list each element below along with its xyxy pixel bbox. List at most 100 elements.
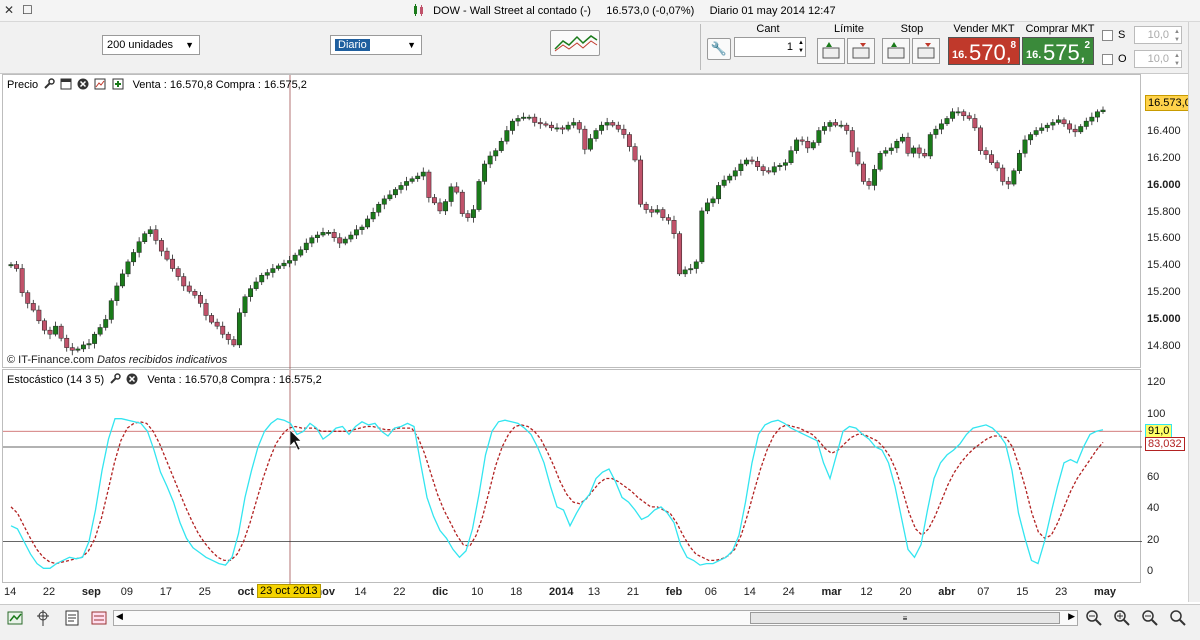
candle-body xyxy=(92,333,98,344)
candle-body xyxy=(632,146,638,161)
quantity-value: 1 xyxy=(786,41,793,53)
stochastic-panel-title: Estocástico (14 3 5) xyxy=(7,374,105,386)
o-checkbox[interactable] xyxy=(1102,54,1113,65)
stop-sell-button[interactable] xyxy=(912,38,940,64)
spin-arrows-icon[interactable]: ▲ ▼ xyxy=(1174,52,1180,68)
chart-signals-icon xyxy=(554,35,598,52)
chart-signals-button[interactable] xyxy=(550,30,600,56)
crosshair-tool-icon[interactable] xyxy=(34,608,54,628)
candle-body xyxy=(972,118,978,129)
o-value-input[interactable]: 10,0 ▲ ▼ xyxy=(1134,50,1182,68)
candle-body xyxy=(415,175,421,180)
candle-body xyxy=(175,268,181,277)
candle-body xyxy=(197,295,203,304)
candle-body xyxy=(275,265,281,269)
scroll-right-icon[interactable]: ▶ xyxy=(1068,611,1075,622)
candle-body xyxy=(270,268,276,273)
candle-body xyxy=(431,197,437,204)
limit-buy-button[interactable] xyxy=(817,38,845,64)
zoom-fit-icon[interactable] xyxy=(1084,608,1104,628)
candle-body xyxy=(638,159,644,205)
zoom-in-icon[interactable] xyxy=(1112,608,1132,628)
candle-body xyxy=(454,186,460,193)
quantity-stepper[interactable]: 1 ▲ ▼ xyxy=(734,37,806,57)
candle-body xyxy=(409,178,415,182)
stoch-d-badge: 83,032 xyxy=(1145,437,1185,451)
candle-body xyxy=(248,288,254,297)
price-chart[interactable] xyxy=(3,75,1142,369)
maximize-window-icon[interactable]: ☐ xyxy=(22,3,33,17)
o-value: 10,0 xyxy=(1147,53,1169,65)
candle-body xyxy=(677,233,683,275)
vertical-scrollbar[interactable] xyxy=(1188,22,1200,602)
candle-body xyxy=(1039,127,1045,131)
candle-body xyxy=(905,136,911,154)
candle-body xyxy=(526,116,532,119)
x-axis-label: 10 xyxy=(471,586,484,598)
s-checkbox[interactable] xyxy=(1102,30,1113,41)
candle-body xyxy=(342,238,348,244)
candle-body xyxy=(576,122,582,130)
candle-body xyxy=(994,162,1000,169)
candle-body xyxy=(710,198,716,204)
zoom-out-icon[interactable] xyxy=(1140,608,1160,628)
stochastic-chart[interactable] xyxy=(3,370,1142,584)
export-data-icon[interactable] xyxy=(90,608,110,628)
candle-body xyxy=(287,260,293,264)
interval-select[interactable]: Diario ▼ xyxy=(330,35,422,55)
candle-body xyxy=(80,344,86,350)
settings-wrench-button[interactable]: 🔧 xyxy=(707,38,731,60)
units-select[interactable]: 200 unidades ▼ xyxy=(102,35,200,55)
price-panel[interactable]: Precio Venta : 16.570,8 Compra : 16.575,… xyxy=(2,74,1142,369)
new-chart-icon[interactable] xyxy=(6,608,26,628)
stochastic-panel-header: Estocástico (14 3 5) Venta : 16.570,8 Co… xyxy=(7,373,322,386)
candle-body xyxy=(860,163,866,182)
candle-body xyxy=(877,153,883,170)
wrench-icon[interactable] xyxy=(43,78,55,90)
candle-body xyxy=(53,325,59,335)
close-window-icon[interactable]: ✕ xyxy=(4,3,14,17)
limit-sell-button[interactable] xyxy=(847,38,875,64)
candle-body xyxy=(142,233,148,242)
spin-arrows-icon[interactable]: ▲ ▼ xyxy=(1174,28,1180,44)
last-price-badge: 16.573,0 xyxy=(1145,95,1194,111)
zoom-reset-icon[interactable] xyxy=(1168,608,1188,628)
candle-body xyxy=(543,123,549,126)
credit-source: © IT-Finance.com xyxy=(7,354,94,366)
candle-body xyxy=(1089,116,1095,122)
close-icon[interactable] xyxy=(77,78,89,90)
time-scroll-thumb[interactable]: ≡ xyxy=(750,612,1060,624)
buy-price-sup: 2 xyxy=(1084,40,1090,51)
scroll-left-icon[interactable]: ◀ xyxy=(116,611,123,622)
x-axis-label: 14 xyxy=(4,586,17,598)
print-icon[interactable] xyxy=(62,608,82,628)
o-label: O xyxy=(1118,53,1127,65)
limit-buy-icon xyxy=(822,42,840,59)
x-axis-label: 2014 xyxy=(549,586,574,598)
candle-body xyxy=(348,234,354,240)
stochastic-panel[interactable]: Estocástico (14 3 5) Venta : 16.570,8 Co… xyxy=(2,369,1142,584)
candle-body xyxy=(899,136,905,142)
candle-body xyxy=(944,118,950,125)
candle-body xyxy=(916,147,922,154)
time-scrollbar[interactable]: ◀ ≡ ▶ xyxy=(113,610,1078,626)
spin-arrows-icon[interactable]: ▲ ▼ xyxy=(798,39,804,55)
add-indicator-icon[interactable] xyxy=(94,78,106,90)
buy-mkt-button[interactable]: 16. 575, 2 xyxy=(1022,37,1094,65)
candle-body xyxy=(938,123,944,130)
close-icon[interactable] xyxy=(126,373,138,385)
candle-body xyxy=(727,175,733,181)
x-axis-label: 13 xyxy=(587,586,601,598)
window-icon[interactable] xyxy=(60,78,72,90)
stop-label: Stop xyxy=(900,23,924,35)
candle-body xyxy=(593,130,599,139)
candle-body xyxy=(298,249,304,256)
wrench-icon[interactable] xyxy=(109,373,122,385)
candle-body xyxy=(699,210,705,263)
sell-mkt-button[interactable]: 16. 570, 8 xyxy=(948,37,1020,65)
add-alert-icon[interactable] xyxy=(112,78,124,90)
s-value-input[interactable]: 10,0 ▲ ▼ xyxy=(1134,26,1182,44)
candle-body xyxy=(108,300,114,320)
price-axis-label: 16.000 xyxy=(1147,178,1181,191)
stop-buy-button[interactable] xyxy=(882,38,910,64)
